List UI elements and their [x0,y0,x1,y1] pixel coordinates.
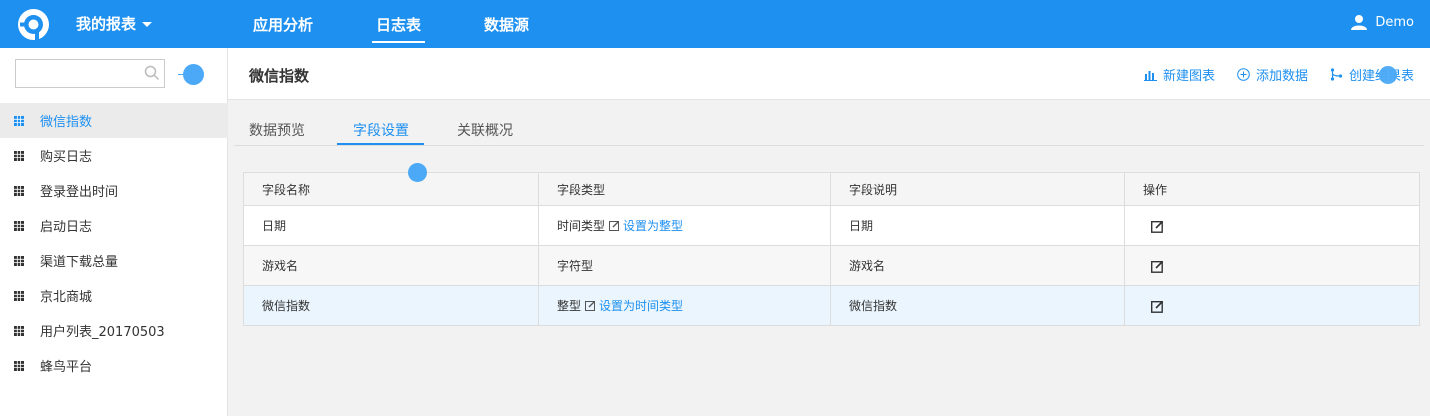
plus-circle-icon [1237,68,1250,81]
sidebar-item-label: 京北商城 [40,290,93,305]
sidebar-item-label: 用户列表_20170503 [40,325,165,340]
top-navigation-bar: 我的报表 应用分析 日志表 数据源 Demo [0,0,1430,48]
sidebar-item-label: 渠道下载总量 [40,255,119,270]
field-desc-cell: 游戏名 [830,245,1125,286]
add-table-button[interactable] [178,64,204,85]
table-row: 微信指数 整型 设置为时间类型 微信指数 [243,285,1420,326]
field-type-value: 整型 [557,299,582,313]
field-desc-cell: 日期 [830,205,1125,246]
table-row: 游戏名 字符型 游戏名 [243,245,1420,286]
sidebar-item[interactable]: 渠道下载总量 [0,243,228,278]
sidebar-item-label: 登录登出时间 [40,185,119,200]
sidebar-item-label: 蜂鸟平台 [40,360,93,375]
table-row: 日期 时间类型 设置为整型 日期 [243,205,1420,246]
field-type-cell: 字符型 [538,245,831,286]
convert-type-link[interactable]: 设置为时间类型 [599,299,683,313]
user-menu[interactable]: Demo [1351,14,1414,30]
sidebar-item-label: 购买日志 [40,150,93,165]
chevron-down-icon [142,22,153,27]
column-header: 字段名称 [243,172,539,206]
new-chart-button[interactable]: 新建图表 [1143,65,1215,84]
operation-cell [1124,285,1420,326]
app-logo-icon[interactable] [17,8,50,41]
add-data-label: 添加数据 [1255,69,1308,84]
bar-chart-icon [1143,71,1157,81]
cursor-indicator [1379,66,1397,84]
sidebar-item-label: 启动日志 [40,220,93,235]
field-name-cell: 微信指数 [243,285,539,326]
cursor-indicator [408,163,427,182]
tab-relations[interactable]: 关联概况 [457,120,513,140]
edit-icon [585,301,596,311]
field-type-cell: 时间类型 设置为整型 [538,205,831,246]
edit-icon[interactable] [1151,220,1164,233]
header-actions: 新建图表 添加数据 创建结果表 [1143,65,1414,84]
table-grid-icon [14,360,24,371]
page-title: 微信指数 [249,67,310,85]
table-grid-icon [14,115,24,126]
field-name-cell: 游戏名 [243,245,539,286]
tab-field-settings[interactable]: 字段设置 [353,120,409,140]
sidebar-item-label: 微信指数 [40,115,93,130]
edit-icon[interactable] [1151,300,1164,313]
nav-app-analysis[interactable]: 应用分析 [253,14,313,35]
sidebar-search-box [15,59,165,88]
sidebar-item[interactable]: 微信指数 [0,103,228,138]
nav-log-tables[interactable]: 日志表 [371,14,426,43]
add-data-button[interactable]: 添加数据 [1237,65,1308,84]
my-reports-label: 我的报表 [76,15,137,33]
sidebar-item[interactable]: 京北商城 [0,278,228,313]
field-settings-table: 字段名称 字段类型 字段说明 操作 日期 时间类型 设置为整型 日期 游戏名 字… [243,172,1420,326]
user-name: Demo [1375,14,1414,30]
sidebar-item[interactable]: 购买日志 [0,138,228,173]
nav-data-sources[interactable]: 数据源 [484,14,529,35]
main-content: 微信指数 新建图表 添加数据 创建结果表 [228,48,1430,416]
table-grid-icon [14,150,24,161]
convert-type-link[interactable]: 设置为整型 [623,219,683,233]
active-tab-underline [337,143,424,145]
table-grid-icon [14,220,24,231]
table-grid-icon [14,185,24,196]
field-name-cell: 日期 [243,205,539,246]
operation-cell [1124,245,1420,286]
tab-data-preview[interactable]: 数据预览 [249,120,305,140]
sidebar-item[interactable]: 启动日志 [0,208,228,243]
search-icon[interactable] [144,65,160,81]
column-header: 操作 [1124,172,1420,206]
user-icon [1351,15,1368,30]
edit-icon [609,221,620,231]
field-desc-cell: 微信指数 [830,285,1125,326]
sidebar-item[interactable]: 蜂鸟平台 [0,348,228,383]
operation-cell [1124,205,1420,246]
field-type-cell: 整型 设置为时间类型 [538,285,831,326]
new-chart-label: 新建图表 [1162,69,1215,84]
sidebar-table-list: 微信指数 购买日志 登录登出时间 启动日志 渠道下载总量 京北商城 用户列表_2… [0,103,228,383]
page-header: 微信指数 新建图表 添加数据 创建结果表 [228,48,1430,100]
column-header: 字段说明 [830,172,1125,206]
sidebar-item[interactable]: 用户列表_20170503 [0,313,228,348]
sidebar-item[interactable]: 登录登出时间 [0,173,228,208]
tab-bar: 数据预览 字段设置 关联概况 [234,112,1424,146]
table-grid-icon [14,325,24,336]
search-input[interactable] [16,60,136,87]
table-grid-icon [14,290,24,301]
column-header: 字段类型 [538,172,831,206]
branch-icon [1330,68,1343,81]
table-grid-icon [14,255,24,266]
create-result-table-button[interactable]: 创建结果表 [1330,65,1414,84]
field-type-value: 时间类型 [557,219,606,233]
field-type-value: 字符型 [557,259,594,273]
sidebar: 微信指数 购买日志 登录登出时间 启动日志 渠道下载总量 京北商城 用户列表_2… [0,48,228,416]
edit-icon[interactable] [1151,260,1164,273]
my-reports-menu[interactable]: 我的报表 [76,13,153,34]
